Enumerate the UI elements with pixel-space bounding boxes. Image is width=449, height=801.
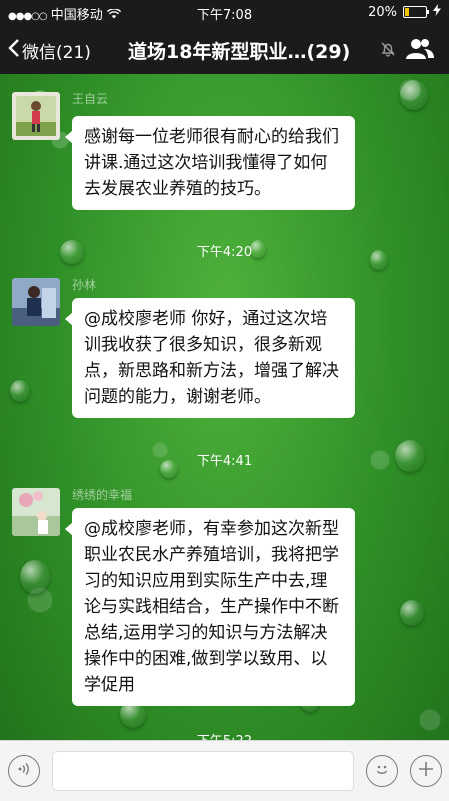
timestamp: 下午4:41 — [0, 450, 449, 469]
message-bubble[interactable]: @成校廖老师 你好，通过这次培训我收获了很多知识，很多新观点，新思路和新方法，增… — [65, 298, 355, 418]
avatar[interactable] — [12, 488, 60, 536]
battery-icon — [403, 6, 429, 18]
chevron-left-icon — [8, 38, 20, 63]
sender-name: 孙林 — [72, 278, 97, 292]
nav-bar: 微信(21) 道场18年新型职业…(29) — [0, 24, 449, 74]
plus-icon — [418, 761, 434, 781]
voice-button[interactable] — [8, 755, 40, 787]
battery-percent: 20% — [368, 4, 397, 20]
sender-name: 绣绣的幸福 — [72, 488, 133, 502]
message-item: 绣绣的幸福 @成校廖老师，有幸参加这次新型职业农民水产养殖培训，我将把学习的知识… — [12, 488, 432, 708]
timestamp-text: 下午4:41 — [196, 454, 253, 469]
more-button[interactable] — [410, 755, 442, 787]
message-bubble[interactable]: 感谢每一位老师很有耐心的给我们讲课.通过这次培训我懂得了如何去发展农业养殖的技巧… — [65, 116, 355, 210]
message-input[interactable] — [52, 751, 354, 791]
voice-icon — [16, 761, 32, 781]
avatar[interactable] — [12, 278, 60, 326]
battery-fill — [405, 8, 409, 16]
back-label: 微信(21) — [22, 43, 91, 63]
message-item: 孙林 @成校廖老师 你好，通过这次培训我收获了很多知识，很多新观点，新思路和新方… — [12, 278, 432, 418]
emoji-button[interactable] — [366, 755, 398, 787]
input-bar — [0, 740, 449, 801]
smiley-icon — [373, 760, 391, 782]
status-bar: ●●●○○ 中国移动 下午7:08 20% — [0, 0, 449, 24]
avatar[interactable] — [12, 92, 60, 140]
message-bubble[interactable]: @成校廖老师，有幸参加这次新型职业农民水产养殖培训，我将把学习的知识应用到实际生… — [65, 508, 355, 706]
back-button[interactable]: 微信(21) — [8, 38, 91, 63]
battery-group: 20% — [368, 4, 441, 20]
chat-title: 道场18年新型职业…(29) — [128, 41, 351, 63]
timestamp: 下午4:20 — [0, 241, 449, 260]
sender-name: 王自云 — [72, 92, 109, 106]
charging-icon — [433, 4, 441, 20]
muted-bell-icon — [380, 41, 396, 61]
group-members-icon[interactable] — [406, 38, 434, 64]
timestamp-text: 下午4:20 — [196, 245, 253, 260]
message-item: 王自云 感谢每一位老师很有耐心的给我们讲课.通过这次培训我懂得了如何去发展农业养… — [12, 92, 432, 212]
